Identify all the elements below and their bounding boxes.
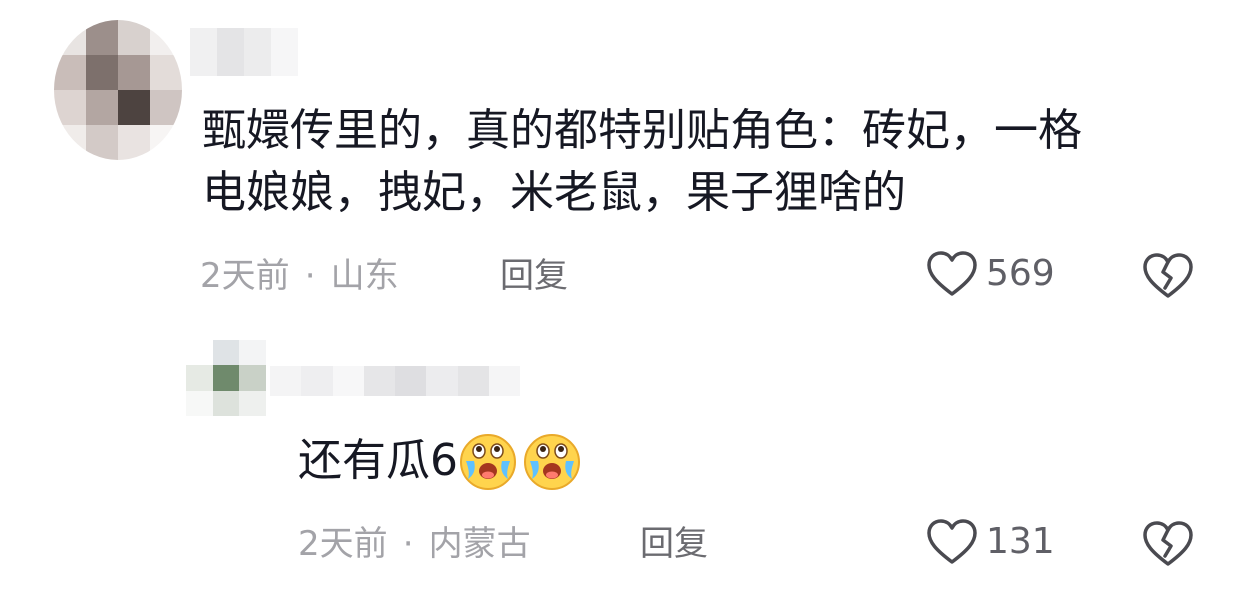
- comment-meta: 2天前 · 内蒙古: [298, 522, 531, 566]
- comment-time: 2天前: [298, 524, 388, 564]
- comment-text-line: 甄嬛传里的，真的都特别贴角色：砖妃，一格: [202, 105, 1082, 156]
- heart-outline-icon: [927, 251, 977, 296]
- comment-time: 2天前: [200, 256, 290, 296]
- like-button[interactable]: 569: [926, 250, 1055, 298]
- comment-text-line: 电娘娘，拽妃，米老鼠，果子狸啥的: [202, 167, 906, 218]
- like-button[interactable]: 131: [926, 518, 1055, 566]
- broken-heart-outline-icon: [1143, 521, 1193, 566]
- comment-location: 山东: [330, 256, 399, 296]
- crying-laughing-emoji: [460, 434, 516, 490]
- heart-outline-icon: [927, 519, 977, 564]
- dislike-button[interactable]: [1142, 252, 1194, 304]
- comment-text: 甄嬛传里的，真的都特别贴角色：砖妃，一格 电娘娘，拽妃，米老鼠，果子狸啥的: [202, 100, 1082, 224]
- like-count: 131: [986, 521, 1055, 562]
- crying-laughing-emoji: [524, 434, 580, 490]
- reply-button[interactable]: 回复: [500, 254, 568, 298]
- comment-location: 内蒙古: [428, 524, 531, 564]
- comment-meta: 2天前 · 山东: [200, 254, 399, 298]
- broken-heart-outline-icon: [1143, 253, 1193, 298]
- avatar[interactable]: [54, 20, 182, 160]
- like-count: 569: [986, 253, 1055, 294]
- reply-button[interactable]: 回复: [640, 522, 708, 566]
- dislike-button[interactable]: [1142, 520, 1194, 572]
- comment-text: 还有瓜6: [298, 430, 582, 492]
- separator-dot: ·: [304, 256, 316, 296]
- username[interactable]: [270, 366, 520, 396]
- avatar[interactable]: [186, 340, 266, 416]
- username[interactable]: [190, 28, 298, 76]
- separator-dot: ·: [402, 524, 414, 564]
- comment-text-content: 还有瓜6: [298, 435, 458, 486]
